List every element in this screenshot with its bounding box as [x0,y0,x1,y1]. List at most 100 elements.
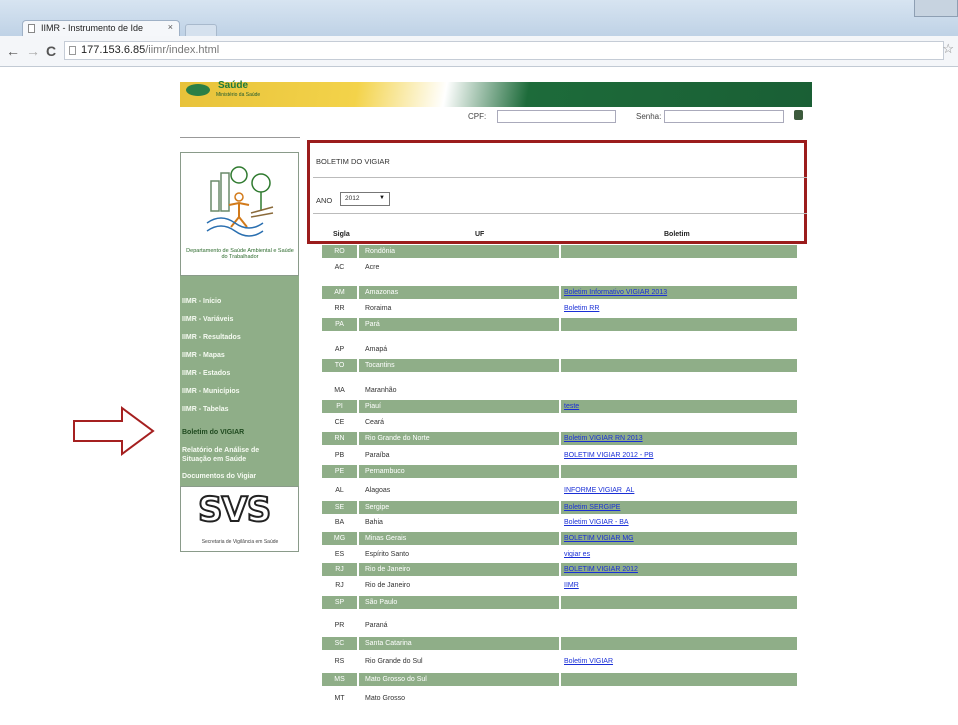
cell-sigla: AC [334,264,345,271]
cell-sigla: CE [334,419,345,426]
sidebar-item-relatorio[interactable]: Relatório de Análise de [182,447,259,454]
table-row: PB Paraíba BOLETIM VIGIAR 2012 - PB [322,449,797,462]
cell-boletim: Boletim VIGIAR [561,655,797,668]
cell-sigla: AM [322,286,357,299]
sidebar-menu: IIMR - Início IIMR - Variáveis IIMR - Re… [180,276,299,486]
address-bar[interactable]: 177.153.6.85/iimr/index.html [64,41,944,60]
cell-uf: Mato Grosso do Sul [359,673,559,686]
browser-tab[interactable]: IIMR - Instrumento de Ide × [22,20,180,36]
url-host: 177.153.6.85 [81,44,146,56]
table-row: ES Espírito Santo vigiar es [322,548,797,561]
cell-uf: Rio Grande do Sul [365,658,423,665]
cell-boletim: Boletim VIGIAR - BA [561,516,797,529]
cell-boletim: Boletim VIGIAR RN 2013 [561,432,797,445]
cell-boletim [561,416,797,429]
cell-uf: Minas Gerais [359,532,559,545]
login-button[interactable] [794,110,803,120]
sidebar-item-boletim-vigiar[interactable]: Boletim do VIGIAR [182,429,244,436]
table-row: RO Rondônia [322,245,797,258]
sidebar-item-mapas[interactable]: IIMR - Mapas [182,352,225,359]
cell-boletim: Boletim RR [561,302,797,315]
cell-uf: Espírito Santo [365,551,409,558]
window-controls[interactable] [914,0,958,17]
boletim-link[interactable]: vigiar es [564,551,590,558]
cell-uf: Rio de Janeiro [365,582,411,589]
table-row: PA Pará [322,318,797,331]
sidebar-item-tabelas[interactable]: IIMR - Tabelas [182,406,229,413]
sidebar-item-relatorio-line2[interactable]: Situação em Saúde [182,456,246,463]
table-row: RS Rio Grande do Sul Boletim VIGIAR [322,655,797,668]
cell-uf: Alagoas [365,487,391,494]
cell-sigla: BA [334,519,345,526]
cell-boletim [561,318,797,331]
sidebar-item-variaveis[interactable]: IIMR - Variáveis [182,316,233,323]
boletim-link[interactable]: Boletim Informativo VIGIAR 2013 [564,289,667,296]
red-arrow-icon [73,406,155,456]
senha-input[interactable] [664,110,784,123]
table-row: AL Alagoas INFORME VIGIAR_AL [322,484,797,497]
sidebar-item-municipios[interactable]: IIMR - Municípios [182,388,240,395]
reload-icon[interactable]: C [46,43,56,59]
column-header-sigla: Sigla [333,231,350,238]
close-icon[interactable]: × [168,22,173,32]
department-name: Departamento de Saúde Ambiental e Saúde … [186,248,294,260]
cell-uf: Rio de Janeiro [359,563,559,576]
table-row: MG Minas Gerais BOLETIM VIGIAR MG [322,532,797,545]
cell-boletim [561,637,797,650]
cell-uf: Ceará [365,419,385,426]
cell-uf: Piauí [359,400,559,413]
logo-subtitle: Ministério da Saúde [216,92,261,98]
sidebar-item-resultados[interactable]: IIMR - Resultados [182,334,241,341]
cell-boletim: teste [561,400,797,413]
table-row: PI Piauí teste [322,400,797,413]
cell-sigla: SC [322,637,357,650]
table-row: SP São Paulo [322,596,797,609]
cell-boletim: BOLETIM VIGIAR 2012 [561,563,797,576]
boletim-link[interactable]: IIMR [564,582,579,589]
boletim-link[interactable]: Boletim VIGIAR RN 2013 [564,435,643,442]
table-row: BA Bahia Boletim VIGIAR - BA [322,516,797,529]
cell-sigla: PB [334,452,345,459]
boletim-link[interactable]: Boletim SERGIPE [564,504,620,511]
sidebar-item-documentos[interactable]: Documentos do Vigiar [182,473,256,480]
cell-uf: Paraíba [365,452,390,459]
boletim-header-panel: BOLETIM DO VIGIAR ANO 2012 ▼ Sigla UF Bo… [307,140,807,244]
cpf-input[interactable] [497,110,616,123]
login-bar: CPF: Senha: [180,107,812,129]
boletim-link[interactable]: BOLETIM VIGIAR 2012 - PB [564,452,653,459]
cell-uf: Bahia [365,519,383,526]
boletim-link[interactable]: BOLETIM VIGIAR MG [564,535,634,542]
cell-uf: Pernambuco [359,465,559,478]
boletim-link[interactable]: Boletim VIGIAR - BA [564,519,629,526]
boletim-link[interactable]: Boletim VIGIAR [564,658,613,665]
cell-uf: Amapá [365,346,388,353]
cell-uf: Mato Grosso [365,695,406,702]
cell-uf: Maranhão [365,387,397,394]
cell-sigla: MA [334,387,345,394]
cell-uf: Rio Grande do Norte [359,432,559,445]
boletim-link[interactable]: INFORME VIGIAR_AL [564,487,634,494]
boletim-link[interactable]: teste [564,403,579,410]
table-row: SC Santa Catarina [322,637,797,650]
cell-sigla: RR [334,305,345,312]
cell-uf: Amazonas [359,286,559,299]
site-banner: Saúde Ministério da Saúde [180,80,812,107]
forward-arrow-icon[interactable]: → [26,43,40,59]
boletim-link[interactable]: Boletim RR [564,305,599,312]
boletim-link[interactable]: BOLETIM VIGIAR 2012 [564,566,638,573]
table-row: AM Amazonas Boletim Informativo VIGIAR 201… [322,286,797,299]
department-logo-box: Departamento de Saúde Ambiental e Saúde … [180,152,299,276]
cell-boletim: Boletim Informativo VIGIAR 2013 [561,286,797,299]
sidebar-item-estados[interactable]: IIMR - Estados [182,370,230,377]
ano-select[interactable]: 2012 ▼ [340,192,390,206]
cell-boletim [561,465,797,478]
bookmark-star-icon[interactable]: ☆ [942,41,954,57]
table-row: PR Paraná [322,619,797,632]
table-row: PE Pernambuco [322,465,797,478]
cpf-label: CPF: [468,112,487,121]
sidebar-item-inicio[interactable]: IIMR - Início [182,298,221,305]
browser-toolbar: ← → C 177.153.6.85/iimr/index.html ☆ [0,36,958,67]
cell-uf: São Paulo [359,596,559,609]
cell-uf: Roraima [365,305,392,312]
back-arrow-icon[interactable]: ← [6,43,20,59]
